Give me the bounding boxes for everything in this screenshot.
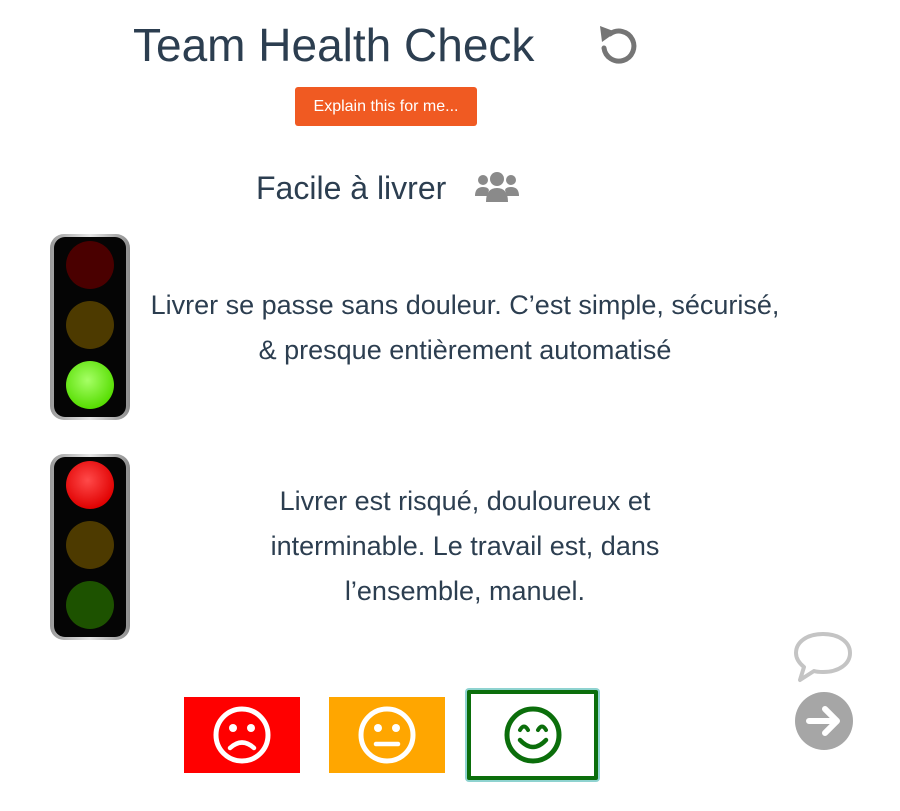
health-check-page: Team Health Check Explain this for me...…	[0, 0, 900, 811]
users-icon	[475, 172, 519, 202]
vote-red-button[interactable]	[184, 697, 300, 773]
arrow-right-circle-icon[interactable]	[794, 691, 854, 751]
vote-green-button[interactable]	[467, 690, 598, 780]
sad-face-icon	[213, 706, 271, 764]
card-title: Facile à livrer	[256, 170, 447, 206]
undo-icon[interactable]	[594, 22, 642, 70]
vote-amber-button[interactable]	[329, 697, 445, 773]
explain-button[interactable]: Explain this for me...	[295, 87, 477, 126]
speech-bubble-icon[interactable]	[792, 630, 854, 684]
happy-face-icon	[504, 706, 561, 764]
neutral-face-icon	[358, 706, 416, 764]
page-title: Team Health Check	[133, 19, 535, 71]
traffic-light-red-icon	[50, 454, 130, 640]
good-description: Livrer se passe sans douleur. C’est simp…	[150, 290, 780, 365]
bad-description: Livrer est risqué, douloureux et intermi…	[270, 486, 660, 606]
traffic-light-green-icon	[50, 234, 130, 420]
header: Team Health Check	[0, 14, 780, 78]
